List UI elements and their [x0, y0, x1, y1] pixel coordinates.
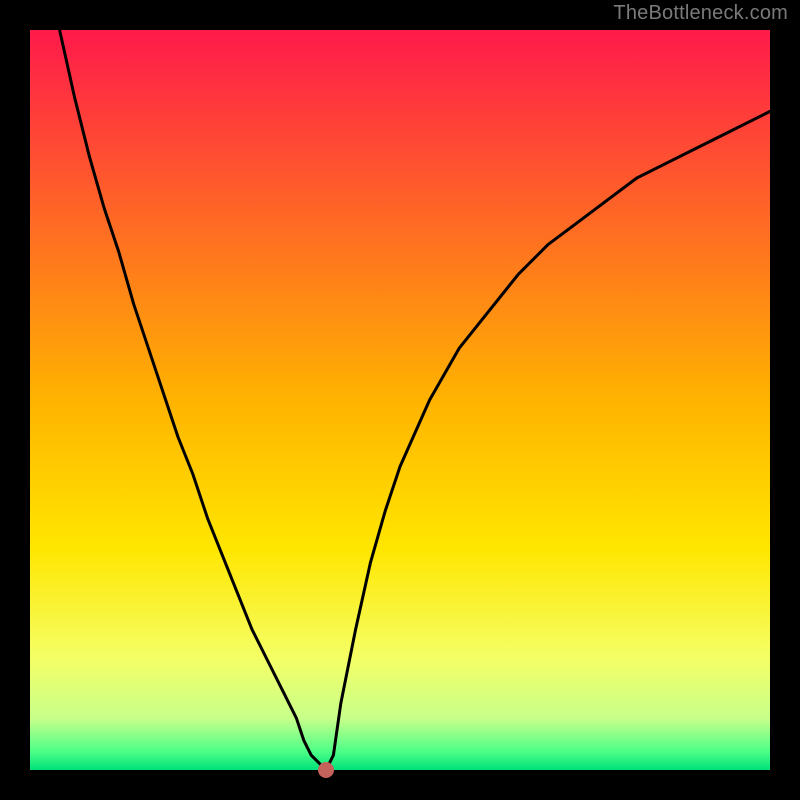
plot-background	[30, 30, 770, 770]
chart-svg	[0, 0, 800, 800]
watermark-text: TheBottleneck.com	[613, 2, 788, 25]
optimum-marker	[318, 762, 334, 778]
chart-stage: TheBottleneck.com	[0, 0, 800, 800]
